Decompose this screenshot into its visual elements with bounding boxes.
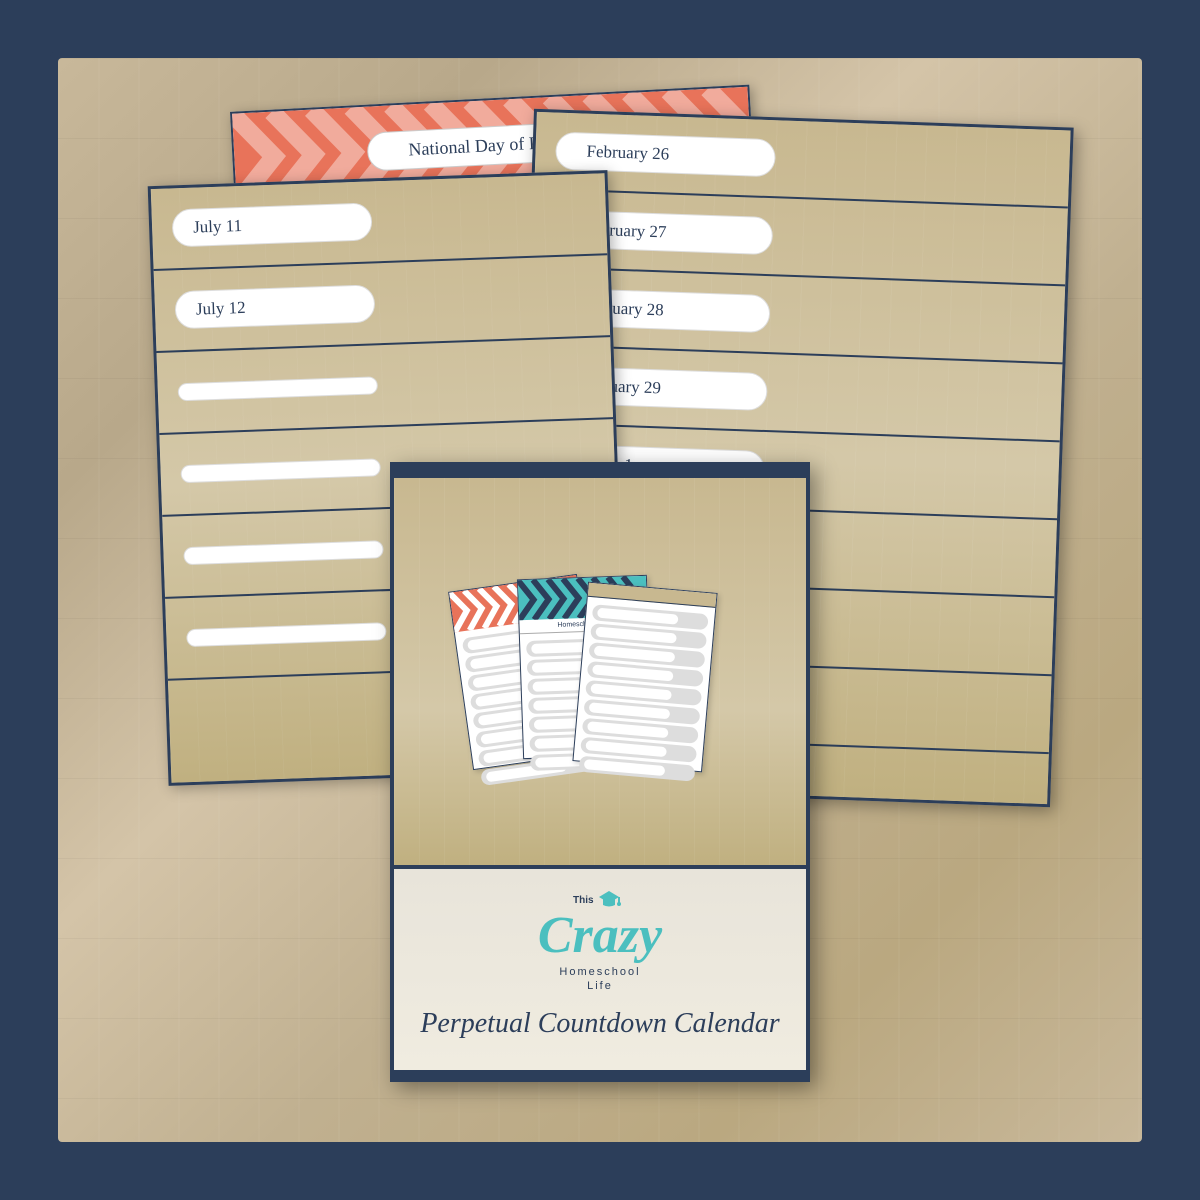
brand-this-text: This [573,895,594,906]
graduation-cap-icon [597,889,621,909]
top-border-bar [394,466,806,478]
july-pill-2: July 12 [174,284,375,329]
main-title: Perpetual Countdown Calendar [420,1008,779,1040]
july-pill-6 [186,622,387,647]
brand-life-text: Life [587,980,613,992]
july-pill-1: July 11 [171,202,372,247]
main-cover-page: Homeschool Life [390,462,810,1082]
bottom-border-bar [394,1070,806,1078]
july-pill-5 [183,540,384,565]
july-row-1: July 11 [151,173,608,271]
july-row-2: July 12 [154,255,611,353]
july-row-3 [156,337,613,435]
mini-cards-container: Homeschool Life [460,572,740,772]
mini-card3-rows [572,596,715,788]
july-pill-4 [180,458,381,483]
main-bottom-section: This Crazy Homeschool Life Perpetual Cou… [394,869,806,1070]
brand-homeschool-text: Homeschool [559,966,640,978]
main-wood-section: Homeschool Life [394,478,806,865]
outer-frame: National Day of Prayer [50,50,1150,1150]
brand-crazy-text: Crazy [538,913,662,960]
july-pill-3 [178,376,379,401]
content-area: National Day of Prayer [58,58,1142,1142]
mini-card-3 [572,581,717,772]
brand-logo: This Crazy Homeschool Life [538,889,662,992]
